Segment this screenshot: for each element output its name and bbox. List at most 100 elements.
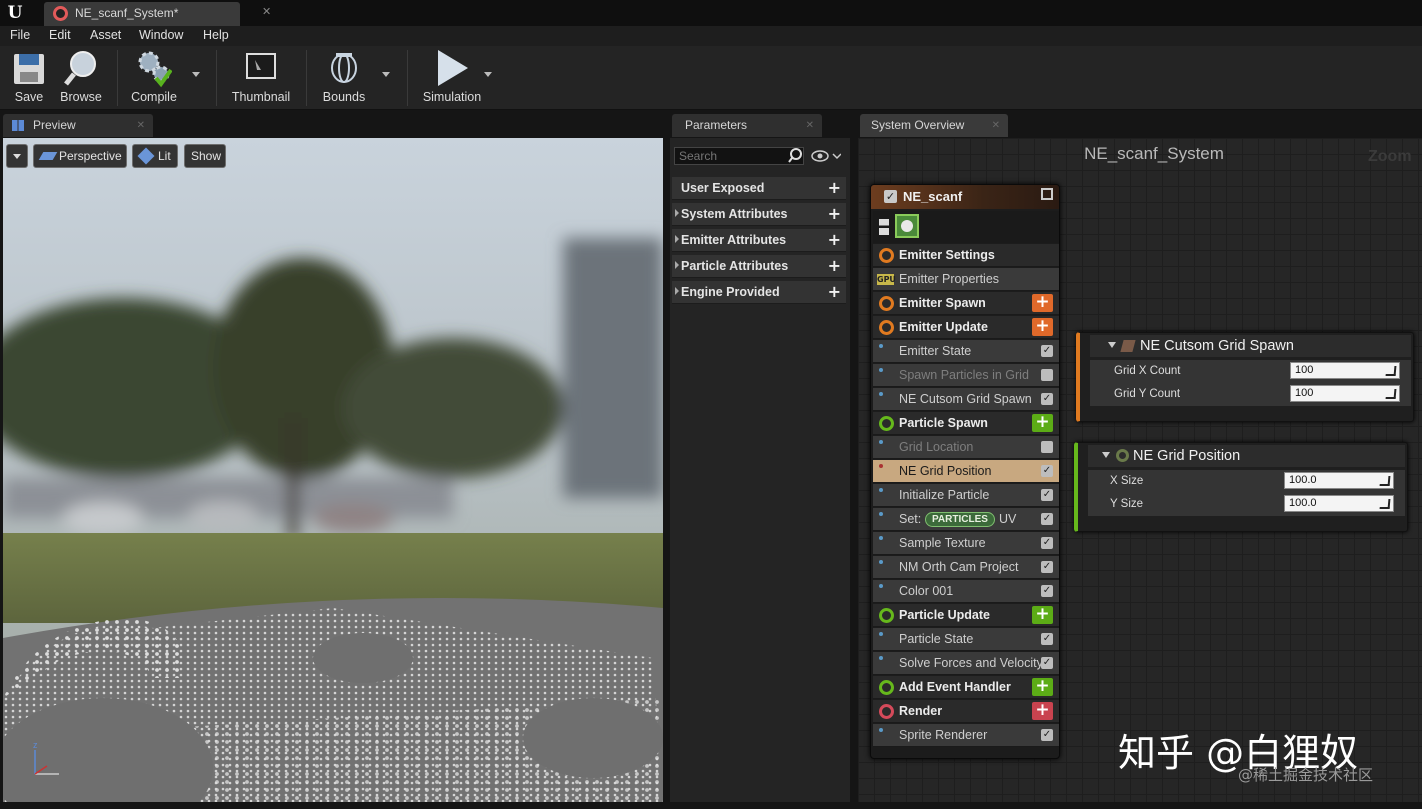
bounds-button[interactable]: Bounds — [320, 48, 368, 104]
emitter-node[interactable]: ✓ NE_scanf Emitter Settings GPU Emitter Pr… — [870, 184, 1060, 759]
add-module-button[interactable]: + — [1032, 702, 1053, 720]
stack-module-grid-location[interactable]: Grid Location ✓ — [873, 436, 1059, 459]
add-module-button[interactable]: + — [1032, 414, 1053, 432]
grid-position-panel[interactable]: NE Grid Position X Size 100.0 Y Size 100… — [1074, 442, 1408, 532]
collapse-arrow-icon[interactable] — [1108, 342, 1116, 348]
menu-edit[interactable]: Edit — [49, 28, 71, 42]
preview-viewport[interactable]: z — [3, 138, 663, 802]
add-parameter-icon[interactable]: + — [828, 206, 841, 222]
module-enabled-checkbox[interactable]: ✓ — [1041, 537, 1053, 549]
module-enabled-checkbox[interactable]: ✓ — [1041, 513, 1053, 525]
menu-help[interactable]: Help — [203, 28, 229, 42]
param-category-user-exposed[interactable]: User Exposed + — [672, 177, 846, 200]
add-parameter-icon[interactable]: + — [828, 232, 841, 248]
bounds-options-caret-icon[interactable] — [382, 72, 390, 77]
stack-group-emitter-spawn[interactable]: Emitter Spawn + — [873, 292, 1059, 315]
module-enabled-checkbox[interactable]: ✓ — [1041, 585, 1053, 597]
stack-module-emitter-state[interactable]: Emitter State ✓ — [873, 340, 1059, 363]
tab-system-overview[interactable]: System Overview ✕ — [860, 114, 1008, 137]
thumbnail-button[interactable]: Thumbnail — [228, 48, 294, 104]
module-enabled-checkbox[interactable]: ✓ — [1041, 633, 1053, 645]
module-enabled-checkbox[interactable]: ✓ — [1041, 657, 1053, 669]
y-size-input[interactable]: 100.0 — [1284, 495, 1394, 512]
stack-module-particle-state[interactable]: Particle State ✓ — [873, 628, 1059, 651]
stack-group-emitter-settings[interactable]: Emitter Settings — [873, 244, 1059, 267]
viewport-options-button[interactable] — [6, 144, 28, 168]
expand-arrow-icon[interactable] — [675, 261, 679, 269]
stack-module-sample-texture[interactable]: Sample Texture ✓ — [873, 532, 1059, 555]
document-tab[interactable]: NE_scanf_System* ✕ — [44, 2, 271, 26]
simulation-options-caret-icon[interactable] — [484, 72, 492, 77]
menu-asset[interactable]: Asset — [90, 28, 121, 42]
stack-group-particle-update[interactable]: Particle Update + — [873, 604, 1059, 627]
grid-spawn-panel[interactable]: NE Cutsom Grid Spawn Grid X Count 100 Gr… — [1076, 332, 1414, 422]
param-category-emitter-attributes[interactable]: Emitter Attributes + — [672, 229, 846, 252]
tab-preview[interactable]: Preview ✕ — [3, 114, 153, 137]
close-tab-icon[interactable]: ✕ — [992, 114, 1000, 137]
grid-y-count-input[interactable]: 100 — [1290, 385, 1400, 402]
add-parameter-icon[interactable]: + — [828, 258, 841, 274]
open-emitter-icon[interactable] — [1041, 188, 1053, 200]
perspective-button[interactable]: Perspective — [33, 144, 127, 168]
add-module-button[interactable]: + — [1032, 294, 1053, 312]
module-enabled-checkbox[interactable]: ✓ — [1041, 489, 1053, 501]
collapse-arrow-icon[interactable] — [1102, 452, 1110, 458]
emitter-node-header[interactable]: ✓ NE_scanf — [871, 185, 1059, 209]
simulation-button[interactable]: Simulation — [420, 48, 484, 104]
menu-file[interactable]: File — [10, 28, 30, 42]
stack-group-add-event-handler[interactable]: Add Event Handler + — [873, 676, 1059, 699]
module-enabled-checkbox[interactable]: ✓ — [1041, 561, 1053, 573]
stack-module-solve-forces-and-velocity[interactable]: Solve Forces and Velocity ✓ — [873, 652, 1059, 675]
module-enabled-checkbox[interactable]: ✓ — [1041, 465, 1053, 477]
stack-module-ne-cutsom-grid-spawn[interactable]: NE Cutsom Grid Spawn ✓ — [873, 388, 1059, 411]
add-module-button[interactable]: + — [1032, 318, 1053, 336]
compile-options-caret-icon[interactable] — [192, 72, 200, 77]
stack-module-color-001[interactable]: Color 001 ✓ — [873, 580, 1059, 603]
stack-module-set[interactable]: Set: PARTICLES UV ✓ — [873, 508, 1059, 531]
stack-module-nm-orth-cam-project[interactable]: NM Orth Cam Project ✓ — [873, 556, 1059, 579]
stack-module-ne-grid-position[interactable]: NE Grid Position ✓ — [873, 460, 1059, 483]
stack-group-render[interactable]: Render + — [873, 700, 1059, 723]
module-enabled-checkbox[interactable]: ✓ — [1041, 345, 1053, 357]
emitter-pin-icon[interactable] — [879, 219, 889, 235]
browse-button[interactable]: Browse — [58, 48, 104, 104]
visibility-eye-icon[interactable] — [811, 150, 842, 162]
expand-arrow-icon[interactable] — [675, 209, 679, 217]
show-button[interactable]: Show — [184, 144, 226, 168]
add-module-button[interactable]: + — [1032, 678, 1053, 696]
close-tab-icon[interactable]: ✕ — [262, 5, 271, 18]
lit-button[interactable]: Lit — [132, 144, 178, 168]
param-category-system-attributes[interactable]: System Attributes + — [672, 203, 846, 226]
stack-module-spawn-particles-in-grid[interactable]: Spawn Particles in Grid ✓ — [873, 364, 1059, 387]
grid-x-count-input[interactable]: 100 — [1290, 362, 1400, 379]
search-icon[interactable] — [788, 148, 802, 164]
x-size-input[interactable]: 100.0 — [1284, 472, 1394, 489]
expand-arrow-icon[interactable] — [675, 235, 679, 243]
param-category-engine-provided[interactable]: Engine Provided + — [672, 281, 846, 304]
stack-module-emitter-properties[interactable]: GPU Emitter Properties — [873, 268, 1059, 291]
module-enabled-checkbox[interactable]: ✓ — [1041, 729, 1053, 741]
stack-group-particle-spawn[interactable]: Particle Spawn + — [873, 412, 1059, 435]
tab-parameters[interactable]: Parameters ✕ — [672, 114, 822, 137]
add-parameter-icon[interactable]: + — [828, 180, 841, 196]
stack-module-initialize-particle[interactable]: Initialize Particle ✓ — [873, 484, 1059, 507]
close-tab-icon[interactable]: ✕ — [137, 114, 145, 137]
menu-window[interactable]: Window — [139, 28, 183, 42]
add-parameter-icon[interactable]: + — [828, 284, 841, 300]
stack-row-label: Particle State — [899, 632, 974, 646]
close-tab-icon[interactable]: ✕ — [806, 114, 814, 137]
stage-icon — [879, 248, 894, 263]
compile-button[interactable]: Compile — [128, 48, 180, 104]
gears-check-icon — [136, 48, 173, 88]
module-enabled-checkbox[interactable]: ✓ — [1041, 369, 1053, 381]
emitter-enabled-checkbox[interactable]: ✓ — [884, 190, 897, 203]
parameters-search-input[interactable] — [674, 147, 804, 165]
save-button[interactable]: Save — [8, 48, 50, 104]
module-enabled-checkbox[interactable]: ✓ — [1041, 441, 1053, 453]
expand-arrow-icon[interactable] — [675, 287, 679, 295]
param-category-particle-attributes[interactable]: Particle Attributes + — [672, 255, 846, 278]
stack-group-emitter-update[interactable]: Emitter Update + — [873, 316, 1059, 339]
add-module-button[interactable]: + — [1032, 606, 1053, 624]
stack-module-sprite-renderer[interactable]: Sprite Renderer ✓ — [873, 724, 1059, 747]
module-enabled-checkbox[interactable]: ✓ — [1041, 393, 1053, 405]
